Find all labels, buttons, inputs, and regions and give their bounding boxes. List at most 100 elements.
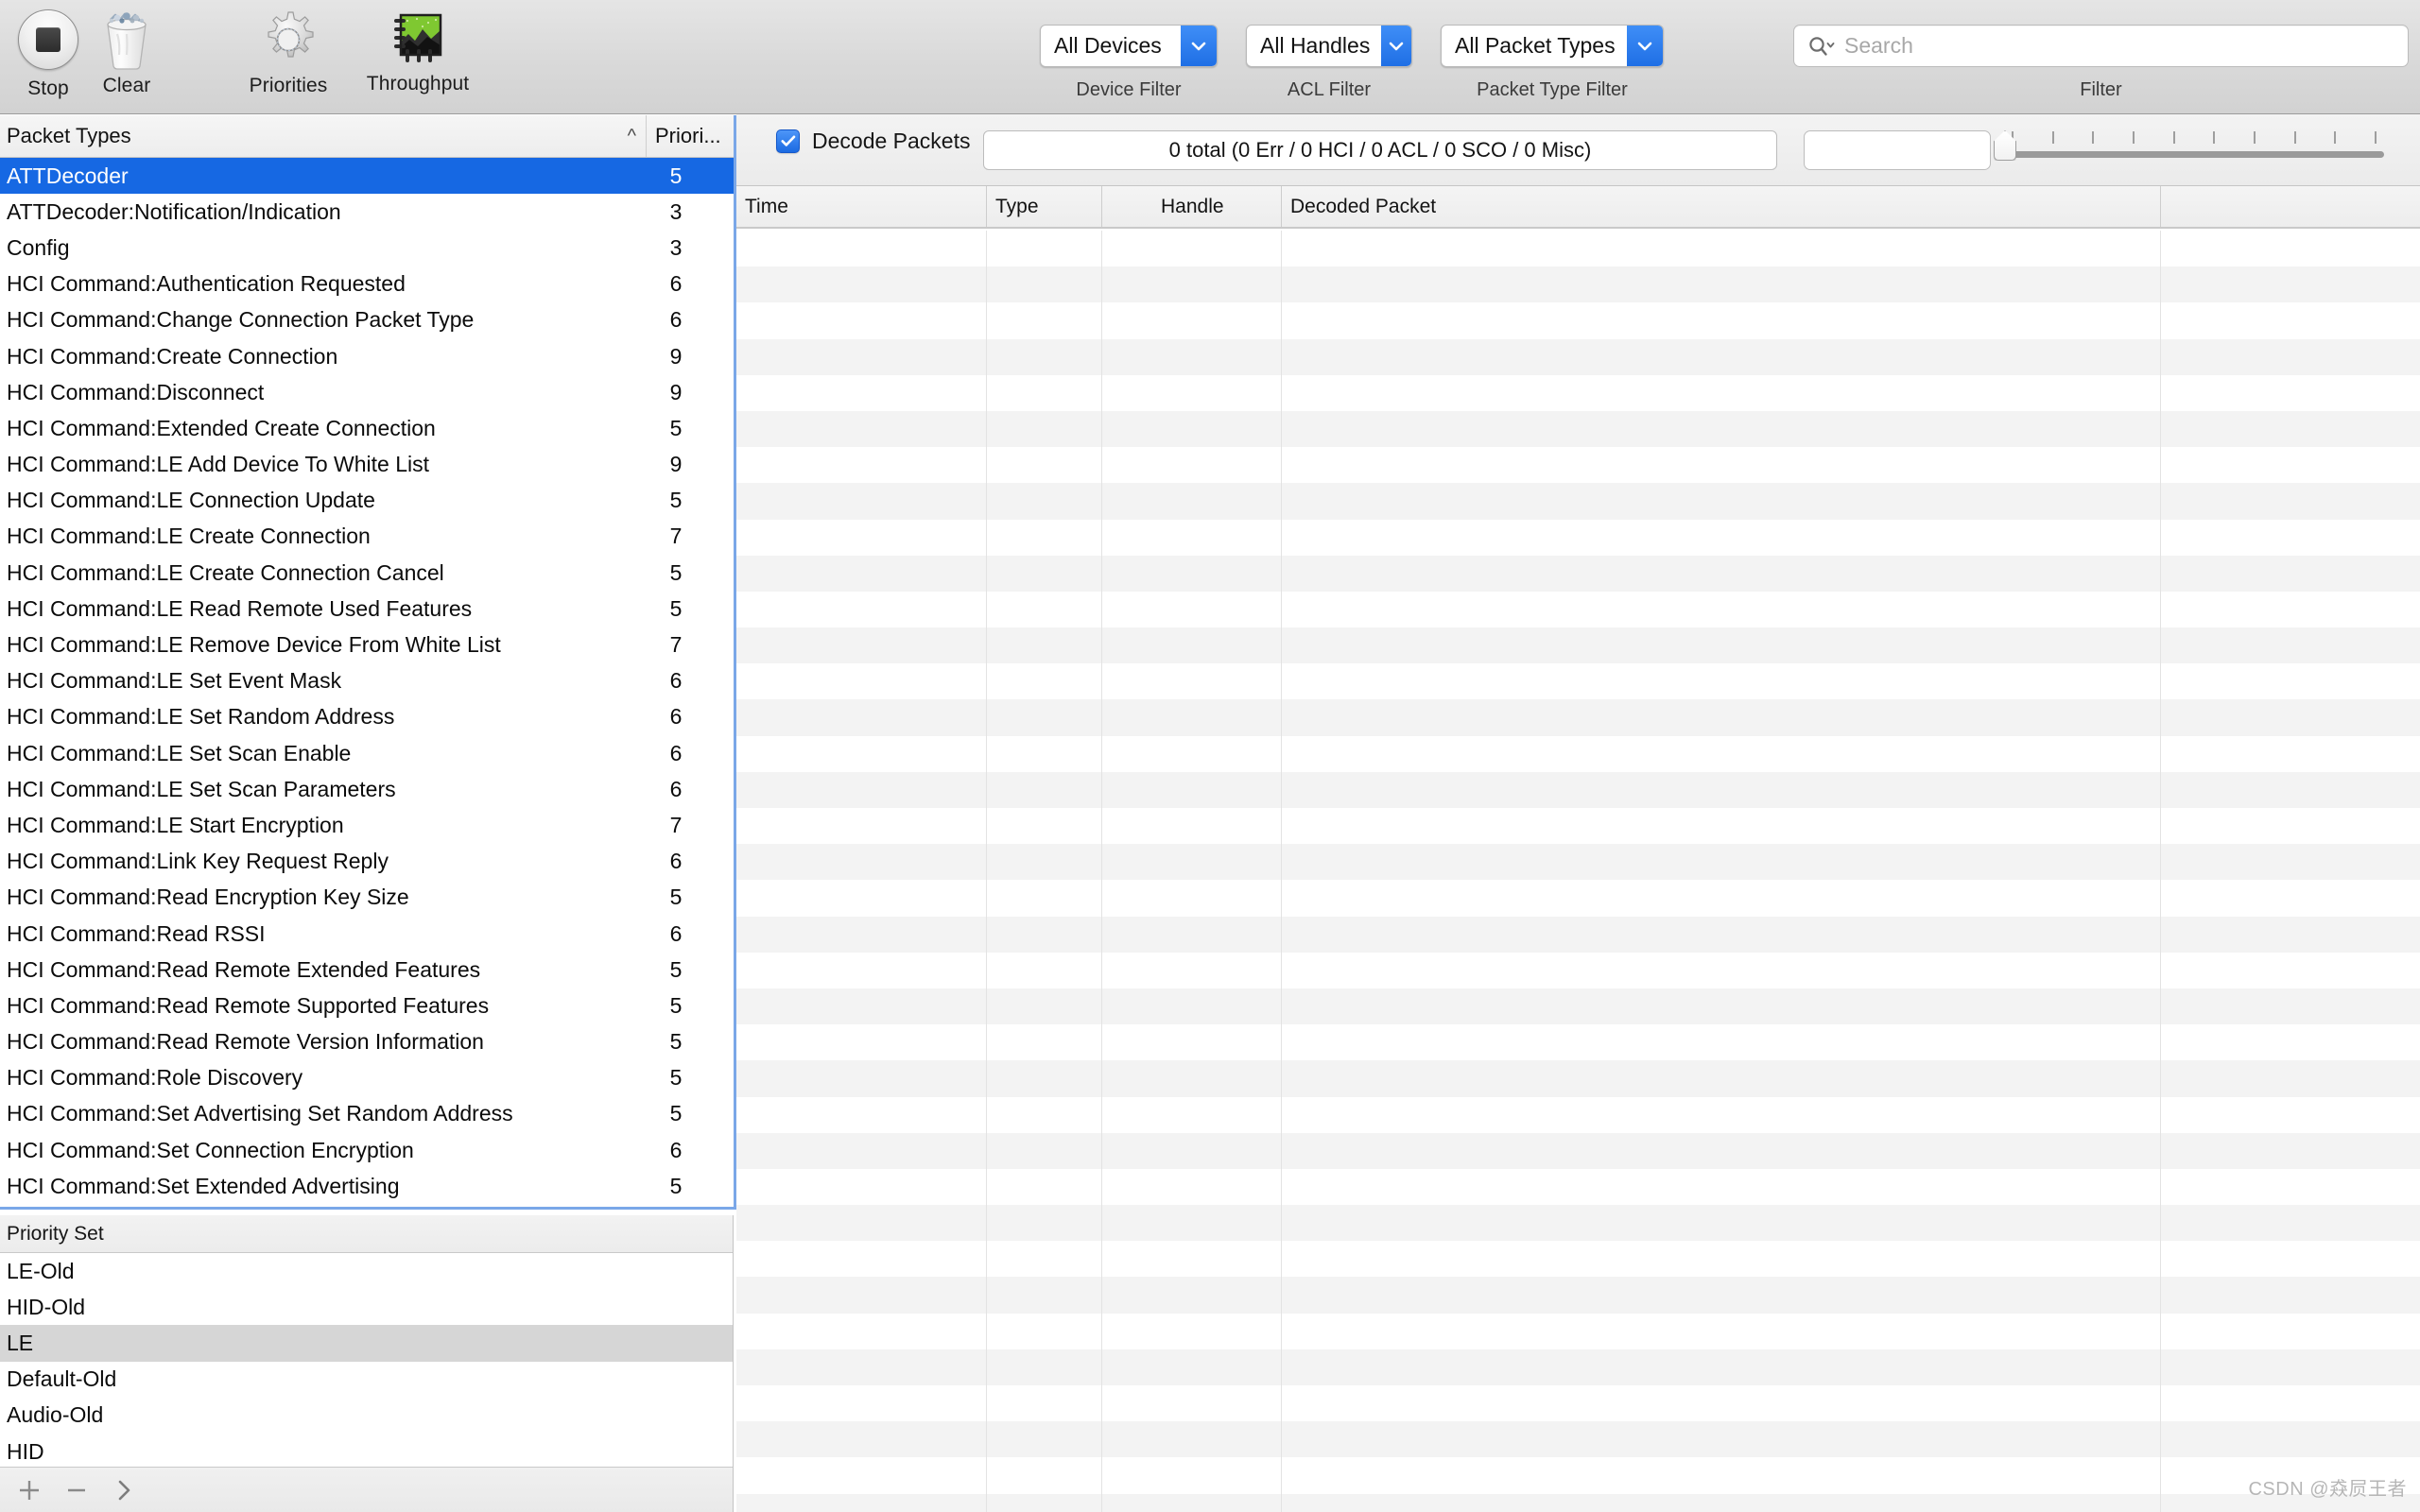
table-row[interactable] <box>736 1385 2420 1422</box>
table-row[interactable] <box>736 302 2420 339</box>
table-row[interactable] <box>736 880 2420 917</box>
priority-set-row[interactable]: Default-Old <box>0 1361 733 1398</box>
packet-type-row[interactable]: HCI Command:Read Remote Extended Feature… <box>0 952 734 988</box>
packet-type-row[interactable]: HCI Command:LE Remove Device From White … <box>0 627 734 663</box>
table-row[interactable] <box>736 1205 2420 1242</box>
table-row[interactable] <box>736 1457 2420 1494</box>
packet-type-row[interactable]: HCI Command:Set Connection Encryption 6 <box>0 1132 734 1169</box>
packet-type-row[interactable]: HCI Command:LE Create Connection 7 <box>0 518 734 556</box>
packet-type-row[interactable]: HCI Command:Read Encryption Key Size 5 <box>0 879 734 916</box>
table-row[interactable] <box>736 1241 2420 1278</box>
priority-set-list[interactable]: LE-Old HID-Old LE Default-Old Audio-Old HID <box>0 1253 733 1470</box>
packet-type-row[interactable]: HCI Command:Create Connection 9 <box>0 337 734 375</box>
packet-type-row[interactable]: HCI Command:Authentication Requested 6 <box>0 266 734 302</box>
table-row[interactable] <box>736 916 2420 953</box>
table-row[interactable] <box>736 952 2420 988</box>
table-row[interactable] <box>736 808 2420 845</box>
stop-button[interactable]: Stop <box>8 9 89 100</box>
packet-type-row[interactable]: HCI Command:Disconnect 9 <box>0 374 734 411</box>
packet-type-row[interactable]: HCI Command:LE Create Connection Cancel 5 <box>0 555 734 592</box>
table-row[interactable] <box>736 555 2420 592</box>
priority-set-row[interactable]: HID-Old <box>0 1289 733 1326</box>
priority-set-row[interactable]: LE-Old <box>0 1253 733 1290</box>
table-row[interactable] <box>736 519 2420 556</box>
packet-type-row[interactable]: HCI Command:LE Read Remote Used Features… <box>0 591 734 627</box>
packet-type-row[interactable]: HCI Command:LE Connection Update 5 <box>0 482 734 519</box>
packet-type-row[interactable]: HCI Command:Read RSSI 6 <box>0 915 734 953</box>
remove-priority-set-button[interactable] <box>55 1469 98 1512</box>
packet-type-row[interactable]: ATTDecoder 5 <box>0 158 734 195</box>
search-input[interactable]: Search <box>1793 25 2409 67</box>
table-row[interactable] <box>736 266 2420 303</box>
column-header-time[interactable]: Time <box>736 186 987 227</box>
table-row[interactable] <box>736 447 2420 484</box>
packet-type-row[interactable]: HCI Command:Read Remote Version Informat… <box>0 1023 734 1060</box>
packet-type-row[interactable]: HCI Command:LE Set Random Address 6 <box>0 698 734 735</box>
packet-type-row[interactable]: HCI Command:Extended Create Connection 5 <box>0 410 734 447</box>
packet-type-row[interactable]: HCI Command:LE Add Device To White List 9 <box>0 446 734 483</box>
packet-types-list[interactable]: ATTDecoder 5 ATTDecoder:Notification/Indic… <box>0 158 734 1207</box>
table-cell <box>1282 735 2161 772</box>
throughput-button[interactable]: Throughput <box>342 9 493 95</box>
table-row[interactable] <box>736 1096 2420 1133</box>
column-header-decoded-packet[interactable]: Decoded Packet <box>1282 186 2161 227</box>
table-row[interactable] <box>736 1024 2420 1061</box>
table-row[interactable] <box>736 1060 2420 1097</box>
table-row[interactable] <box>736 591 2420 628</box>
table-row[interactable] <box>736 338 2420 375</box>
packet-type-row[interactable]: HCI Command:LE Set Scan Enable 6 <box>0 735 734 772</box>
slider-track[interactable] <box>2002 151 2384 158</box>
packet-type-row[interactable]: Config 3 <box>0 230 734 266</box>
table-row[interactable] <box>736 988 2420 1025</box>
packet-type-row[interactable]: HCI Command:Set Advertising Set Random A… <box>0 1095 734 1133</box>
chevron-down-icon[interactable] <box>1181 26 1217 66</box>
priority-set-actions-button[interactable] <box>102 1469 146 1512</box>
table-row[interactable] <box>736 1313 2420 1349</box>
table-row[interactable] <box>736 231 2420 267</box>
priority-set-row[interactable]: LE <box>0 1325 733 1362</box>
table-row[interactable] <box>736 1168 2420 1206</box>
packet-type-row[interactable]: HCI Command:Change Connection Packet Typ… <box>0 301 734 338</box>
packet-type-row[interactable]: HCI Command:Read Remote Supported Featur… <box>0 988 734 1024</box>
chevron-down-icon[interactable] <box>1627 26 1663 66</box>
packet-type-row[interactable]: ATTDecoder:Notification/Indication 3 <box>0 194 734 231</box>
table-row[interactable] <box>736 1349 2420 1385</box>
packet-type-row[interactable]: HCI Command:LE Set Scan Parameters 6 <box>0 771 734 808</box>
column-header-extra[interactable] <box>2161 186 2420 227</box>
add-priority-set-button[interactable] <box>8 1469 51 1512</box>
priority-set-row[interactable]: Audio-Old <box>0 1397 733 1434</box>
chevron-down-icon[interactable] <box>1381 26 1411 66</box>
table-row[interactable] <box>736 410 2420 448</box>
packet-type-row[interactable]: HCI Command:Link Key Request Reply 6 <box>0 843 734 880</box>
table-row[interactable] <box>736 663 2420 700</box>
table-row[interactable] <box>736 771 2420 808</box>
column-header-packet-types[interactable]: Packet Types ^ <box>0 115 647 157</box>
decode-packets-checkbox[interactable]: Decode Packets <box>776 129 970 154</box>
clear-button[interactable]: Clear <box>83 9 170 97</box>
packet-type-filter-select[interactable]: All Packet Types <box>1441 25 1664 67</box>
table-row[interactable] <box>736 699 2420 736</box>
aux-text-field[interactable] <box>1804 130 1991 170</box>
table-row[interactable] <box>736 1421 2420 1458</box>
packet-table-rows[interactable] <box>736 231 2420 1512</box>
column-header-handle[interactable]: Handle <box>1102 186 1282 227</box>
table-row[interactable] <box>736 844 2420 881</box>
priority-set-row[interactable]: HID <box>0 1433 733 1470</box>
packet-type-row[interactable]: HCI Command:LE Set Event Mask 6 <box>0 662 734 699</box>
acl-filter-select[interactable]: All Handles <box>1246 25 1412 67</box>
device-filter-select[interactable]: All Devices <box>1040 25 1218 67</box>
column-header-priority[interactable]: Priori... <box>647 115 734 157</box>
packet-type-row[interactable]: HCI Command:Set Extended Advertising 5 <box>0 1168 734 1205</box>
timeline-zoom-slider[interactable] <box>1994 126 2384 175</box>
table-row[interactable] <box>736 1132 2420 1169</box>
table-row[interactable] <box>736 1277 2420 1314</box>
priorities-button[interactable]: Priorities <box>227 9 350 97</box>
column-header-type[interactable]: Type <box>987 186 1102 227</box>
table-row[interactable] <box>736 374 2420 411</box>
table-row[interactable] <box>736 627 2420 664</box>
table-row[interactable] <box>736 483 2420 520</box>
table-row[interactable] <box>736 1493 2420 1512</box>
packet-type-row[interactable]: HCI Command:Role Discovery 5 <box>0 1059 734 1096</box>
table-row[interactable] <box>736 735 2420 772</box>
packet-type-row[interactable]: HCI Command:LE Start Encryption 7 <box>0 807 734 844</box>
